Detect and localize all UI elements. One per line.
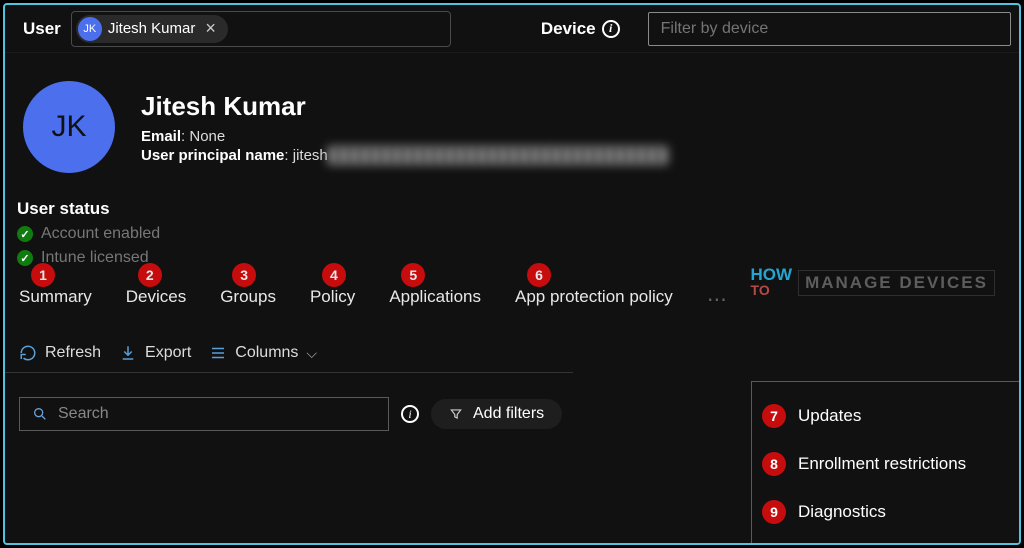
refresh-button[interactable]: Refresh (19, 344, 101, 362)
tab-overflow-button[interactable]: ⋯ (707, 287, 729, 312)
refresh-icon (19, 344, 37, 362)
device-label-text: Device (541, 19, 596, 39)
user-status-section: User status ✓ Account enabled ✓ Intune l… (5, 183, 1019, 273)
close-icon[interactable]: × (201, 18, 220, 39)
device-filter-input[interactable] (648, 12, 1011, 46)
annotation-badge: 7 (762, 404, 786, 428)
check-icon: ✓ (17, 226, 33, 242)
tab-policy[interactable]: 4 Policy (310, 287, 355, 312)
tab-devices[interactable]: 2 Devices (126, 287, 186, 312)
tab-applications[interactable]: 5 Applications (389, 287, 481, 312)
device-label: Device i (531, 19, 630, 39)
annotation-badge: 2 (138, 263, 162, 287)
status-item-account: ✓ Account enabled (17, 225, 1007, 243)
chip-name: Jitesh Kumar (108, 20, 196, 37)
profile-header: JK Jitesh Kumar Email: None User princip… (5, 53, 1019, 183)
info-icon[interactable]: i (401, 405, 419, 423)
window-frame: User JK Jitesh Kumar × Device i JK Jites… (3, 3, 1021, 545)
annotation-badge: 3 (232, 263, 256, 287)
status-item-intune: ✓ Intune licensed (17, 249, 1007, 267)
page-title: Jitesh Kumar (141, 91, 668, 122)
menu-item-diagnostics[interactable]: 9 Diagnostics (752, 488, 1020, 536)
download-icon (119, 344, 137, 362)
menu-item-updates[interactable]: 7 Updates (752, 392, 1020, 440)
add-filters-button[interactable]: Add filters (431, 399, 562, 429)
watermark: HOW TO MANAGE DEVICES (751, 267, 995, 298)
annotation-badge: 5 (401, 263, 425, 287)
command-bar: Refresh Export Columns ⌵ (5, 322, 573, 373)
info-icon[interactable]: i (602, 20, 620, 38)
upn-line: User principal name: jitesh█████████████… (141, 147, 668, 164)
user-label: User (13, 19, 71, 39)
annotation-badge: 9 (762, 500, 786, 524)
avatar: JK (23, 81, 115, 173)
export-button[interactable]: Export (119, 344, 191, 362)
tab-summary[interactable]: 1 Summary (19, 287, 92, 312)
avatar-initials-small: JK (78, 17, 102, 41)
chevron-down-icon: ⌵ (306, 345, 317, 362)
tab-groups[interactable]: 3 Groups (220, 287, 276, 312)
columns-icon (209, 344, 227, 362)
annotation-badge: 1 (31, 263, 55, 287)
tab-overflow-menu: 7 Updates 8 Enrollment restrictions 9 Di… (751, 381, 1021, 545)
status-title: User status (17, 199, 1007, 219)
tab-app-protection-policy[interactable]: 6 App protection policy (515, 287, 673, 312)
menu-item-enrollment-restrictions[interactable]: 8 Enrollment restrictions (752, 440, 1020, 488)
email-line: Email: None (141, 128, 668, 145)
search-icon (32, 406, 48, 422)
annotation-badge: 6 (527, 263, 551, 287)
top-bar: User JK Jitesh Kumar × Device i (5, 5, 1019, 53)
annotation-badge: 8 (762, 452, 786, 476)
columns-button[interactable]: Columns ⌵ (209, 344, 317, 362)
annotation-badge: 4 (322, 263, 346, 287)
search-input[interactable]: Search (19, 397, 389, 431)
filter-icon (449, 407, 463, 421)
user-picker[interactable]: JK Jitesh Kumar × (71, 11, 451, 47)
user-chip[interactable]: JK Jitesh Kumar × (76, 15, 228, 43)
check-icon: ✓ (17, 250, 33, 266)
